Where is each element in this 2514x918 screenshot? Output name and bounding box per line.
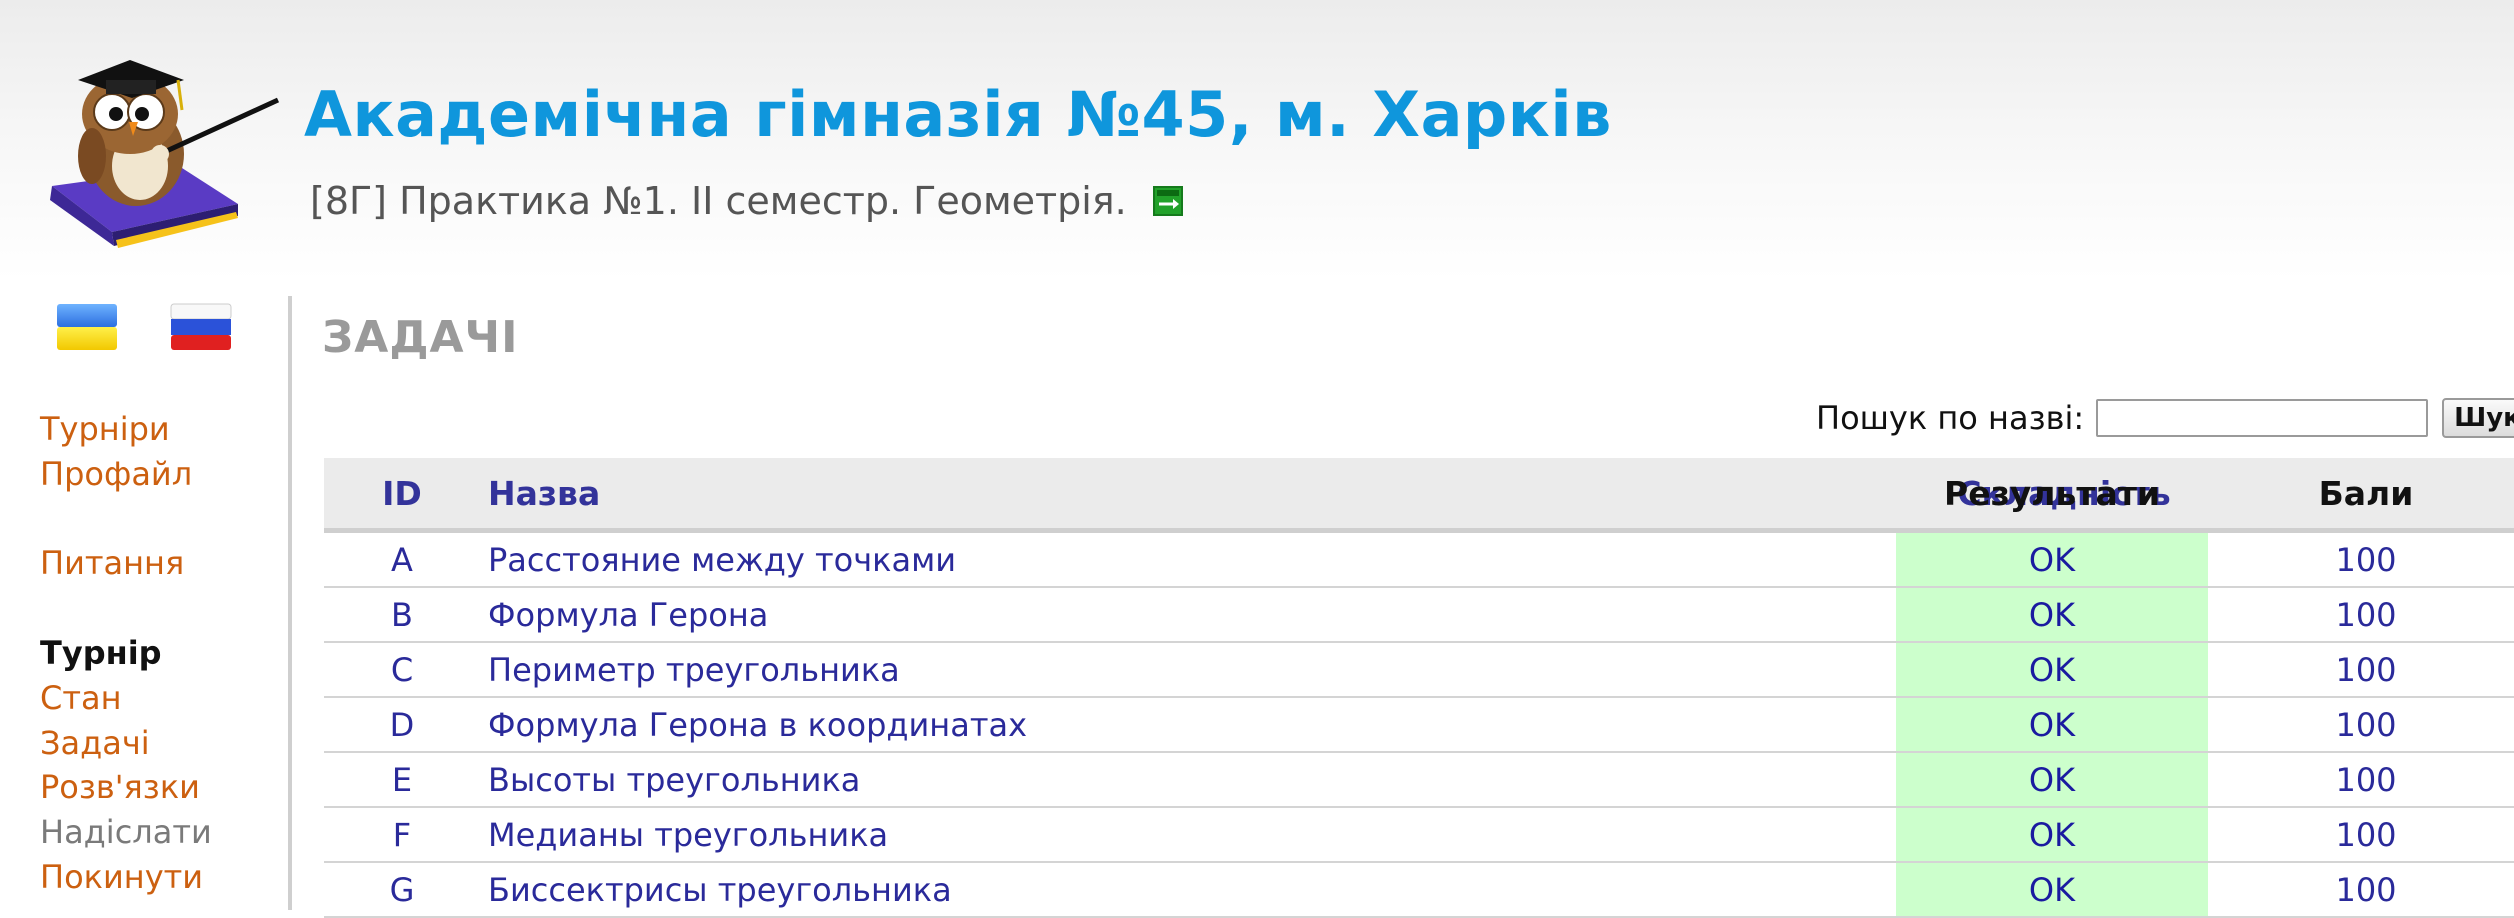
column-header-name[interactable]: Назва xyxy=(488,458,1848,528)
column-header-id[interactable]: ID xyxy=(324,458,480,528)
search-bar: Пошук по назві: Шукати xyxy=(1816,398,2514,438)
search-input[interactable] xyxy=(2096,399,2429,437)
result-status[interactable]: OK xyxy=(1896,588,2208,641)
nav-section-tournament: Турнір xyxy=(40,634,162,672)
result-status[interactable]: OK xyxy=(1896,533,2208,586)
problem-name-link[interactable]: Периметр треугольника xyxy=(488,643,1848,696)
subtitle-row: [8Г] Практика №1. II семестр. Геометрія. xyxy=(310,176,1183,226)
page-header: Академічна гімназія №45, м. Харків [8Г] … xyxy=(0,0,2514,280)
table-row: A Расстояние между точками OK 100 xyxy=(324,533,2514,588)
problem-name-link[interactable]: Медианы треугольника xyxy=(488,808,1848,861)
nav-problems[interactable]: Задачі xyxy=(40,724,150,762)
result-status[interactable]: OK xyxy=(1896,753,2208,806)
problem-name-link[interactable]: Высоты треугольника xyxy=(488,753,1848,806)
result-status[interactable]: OK xyxy=(1896,643,2208,696)
score-value: 100 xyxy=(2335,870,2397,909)
nav-solutions[interactable]: Розв'язки xyxy=(40,768,200,806)
nav-tournaments[interactable]: Турніри xyxy=(40,410,170,448)
score-value: 100 xyxy=(2335,650,2397,689)
score-value: 100 xyxy=(2335,540,2397,579)
russia-flag-icon[interactable] xyxy=(170,303,232,351)
problem-id[interactable]: G xyxy=(324,863,480,916)
section-title: ЗАДАЧІ xyxy=(322,312,519,363)
problem-id[interactable]: E xyxy=(324,753,480,806)
sidebar-divider xyxy=(288,296,292,910)
table-row: E Высоты треугольника OK 100 xyxy=(324,753,2514,808)
score-value: 100 xyxy=(2335,760,2397,799)
problem-name-link[interactable]: Биссектрисы треугольника xyxy=(488,863,1848,916)
problems-table: ID Назва Складність Результати Бали A Рас… xyxy=(324,458,2514,918)
owl-logo[interactable] xyxy=(32,36,282,254)
problem-name-link[interactable]: Формула Герона xyxy=(488,588,1848,641)
score-value: 100 xyxy=(2335,815,2397,854)
search-button[interactable]: Шукати xyxy=(2442,398,2514,438)
result-status[interactable]: OK xyxy=(1896,808,2208,861)
column-header-results: Результати xyxy=(1944,473,2160,513)
nav-submit: Надіслати xyxy=(40,813,212,851)
column-header-score: Бали xyxy=(2318,473,2414,513)
problem-id[interactable]: C xyxy=(324,643,480,696)
exit-icon[interactable] xyxy=(1152,186,1183,216)
ukraine-flag-icon[interactable] xyxy=(56,303,118,351)
problem-id[interactable]: F xyxy=(324,808,480,861)
result-status[interactable]: OK xyxy=(1896,698,2208,751)
table-row: F Медианы треугольника OK 100 xyxy=(324,808,2514,863)
table-row: B Формула Герона OK 100 xyxy=(324,588,2514,643)
nav-questions[interactable]: Питання xyxy=(40,544,184,582)
tournament-subtitle: [8Г] Практика №1. II семестр. Геометрія. xyxy=(310,179,1127,223)
score-value: 100 xyxy=(2335,595,2397,634)
problem-id[interactable]: D xyxy=(324,698,480,751)
table-row: C Периметр треугольника OK 100 xyxy=(324,643,2514,698)
problem-name-link[interactable]: Расстояние между точками xyxy=(488,533,1848,586)
nav-leave[interactable]: Покинути xyxy=(40,858,203,896)
nav-status[interactable]: Стан xyxy=(40,679,122,717)
table-row: D Формула Герона в координатах OK 100 xyxy=(324,698,2514,753)
problem-id[interactable]: A xyxy=(324,533,480,586)
site-title[interactable]: Академічна гімназія №45, м. Харків xyxy=(304,78,1612,151)
nav-profile[interactable]: Профайл xyxy=(40,455,192,493)
search-label: Пошук по назві: xyxy=(1816,399,2085,437)
problem-id[interactable]: B xyxy=(324,588,480,641)
table-header-row: ID Назва Складність Результати Бали xyxy=(324,458,2514,533)
result-status[interactable]: OK xyxy=(1896,863,2208,916)
score-value: 100 xyxy=(2335,705,2397,744)
table-body: A Расстояние между точками OK 100 B Формула Г… xyxy=(324,533,2514,918)
problem-name-link[interactable]: Формула Герона в координатах xyxy=(488,698,1848,751)
